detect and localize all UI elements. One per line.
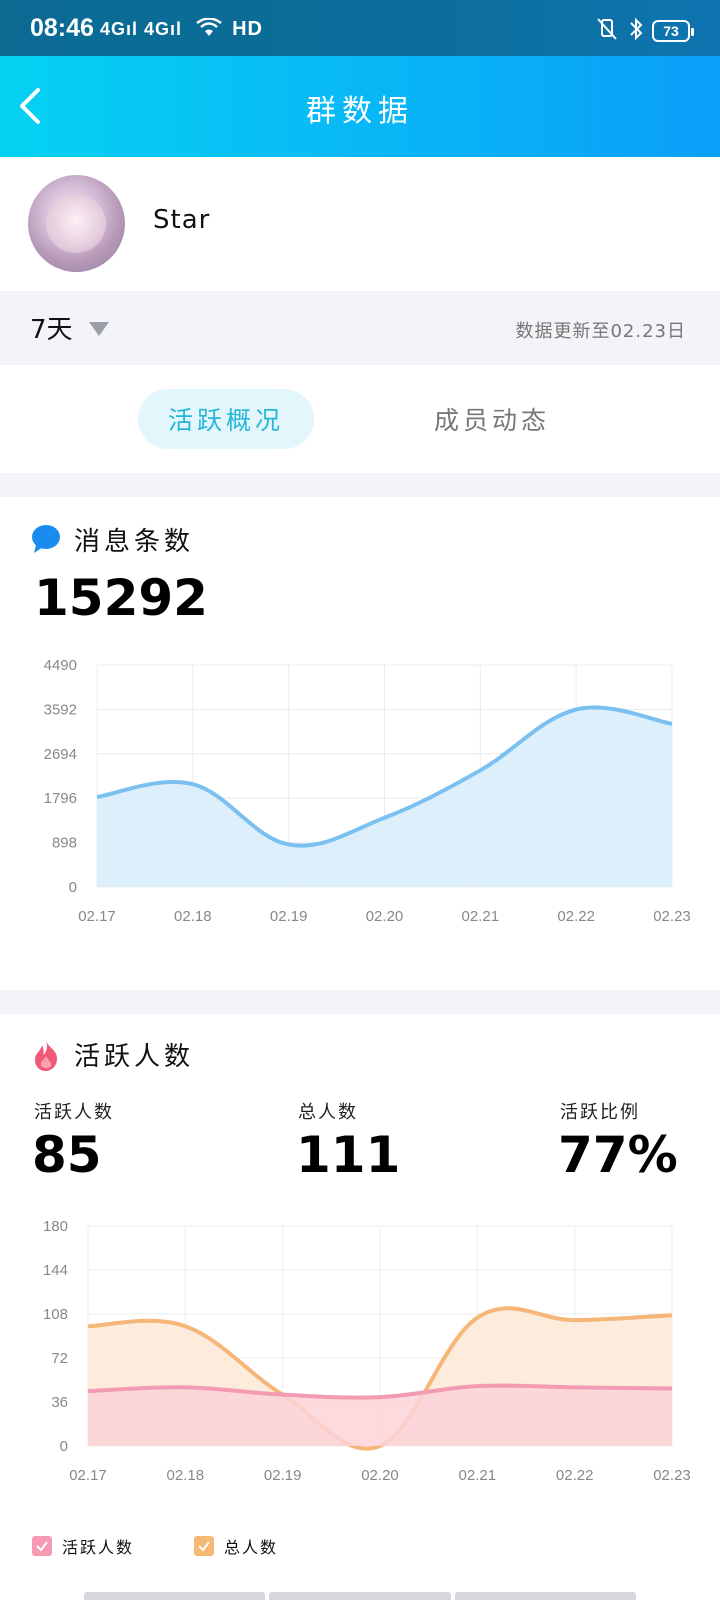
y-tick-label: 144 — [43, 1262, 68, 1279]
messages-card: 消息条数 15292 0 898 1796 2694 3592 4490 02.17 02.1… — [0, 497, 720, 990]
y-tick-label: 0 — [69, 879, 77, 896]
fire-icon — [30, 1038, 62, 1076]
group-info: Star — [0, 157, 720, 291]
tab-bar: 活跃概况 成员动态 — [0, 365, 720, 473]
active-ratio-label: 活跃比例 — [560, 1102, 640, 1123]
y-tick-label: 180 — [43, 1218, 68, 1235]
hd-label: HD — [232, 18, 263, 40]
y-tick-label: 1796 — [44, 790, 77, 807]
y-tick-label: 898 — [52, 835, 77, 852]
status-time: 08:46 — [30, 14, 94, 42]
status-right: 73 — [594, 16, 694, 46]
filter-bar: 7天 数据更新至02.23日 — [0, 291, 720, 365]
messages-title: 消息条数 — [74, 527, 195, 557]
x-tick-label: 02.17 — [78, 908, 116, 925]
x-tick-label: 02.21 — [459, 1467, 497, 1484]
y-tick-label: 4490 — [44, 657, 77, 674]
date-range-dropdown[interactable]: 7天 — [30, 309, 109, 346]
x-tick-label: 02.20 — [366, 908, 404, 925]
x-tick-label: 02.18 — [167, 1467, 205, 1484]
checkbox-icon — [32, 1536, 52, 1556]
x-tick-label: 02.19 — [264, 1467, 302, 1484]
section-divider — [0, 473, 720, 497]
page-title: 群数据 — [306, 94, 414, 129]
caret-down-icon — [88, 321, 109, 336]
active-ratio-value: 77% — [558, 1126, 678, 1184]
avatar-image — [46, 195, 106, 253]
group-avatar[interactable] — [28, 175, 125, 272]
messages-total: 15292 — [34, 569, 208, 627]
checkbox-icon — [194, 1536, 214, 1556]
wifi-icon — [196, 17, 228, 39]
app-header: 群数据 — [0, 56, 720, 157]
status-bar: 08:46 4Gıl 4Gıl HD 73 — [0, 0, 720, 56]
activity-title: 活跃人数 — [74, 1042, 195, 1072]
legend-total[interactable]: 总人数 — [194, 1534, 278, 1558]
x-tick-label: 02.21 — [462, 908, 500, 925]
indicator-segment — [84, 1592, 266, 1600]
y-tick-label: 108 — [43, 1306, 68, 1323]
indicator-segment — [454, 1592, 636, 1600]
network-text: 4Gıl 4Gıl — [100, 19, 183, 39]
x-tick-label: 02.22 — [557, 908, 595, 925]
chat-bubble-icon — [30, 523, 62, 559]
battery-indicator: 73 — [652, 20, 694, 42]
total-count-label: 总人数 — [298, 1102, 358, 1123]
active-count-value: 85 — [32, 1126, 102, 1184]
network-indicator: 4Gıl 4Gıl HD — [100, 17, 263, 41]
section-divider-2 — [0, 990, 720, 1014]
x-tick-label: 02.23 — [653, 908, 691, 925]
update-date-text: 数据更新至02.23日 — [515, 321, 686, 342]
x-tick-label: 02.20 — [361, 1467, 399, 1484]
y-tick-label: 72 — [51, 1350, 68, 1367]
x-tick-label: 02.22 — [556, 1467, 594, 1484]
indicator-segment — [269, 1592, 451, 1600]
y-tick-label: 0 — [60, 1438, 68, 1455]
active-count-label: 活跃人数 — [34, 1102, 114, 1123]
messages-chart: 0 898 1796 2694 3592 4490 02.17 02.18 02.19 02.20… — [44, 657, 691, 925]
activity-card: 活跃人数 活跃人数 85 总人数 111 活跃比例 77% 0 36 72 108 14… — [0, 1014, 720, 1600]
legend-total-label: 总人数 — [224, 1538, 279, 1557]
bottom-scroll-indicator — [84, 1592, 636, 1600]
legend-active-label: 活跃人数 — [62, 1538, 135, 1557]
date-range-value: 7天 — [30, 315, 73, 345]
activity-chart: 0 36 72 108 144 180 02.17 02.18 02.19 02.20 02.21 0… — [43, 1218, 691, 1484]
tab-member-dynamics[interactable]: 成员动态 — [404, 389, 580, 449]
group-name: Star — [153, 205, 211, 235]
tab-activity-overview[interactable]: 活跃概况 — [138, 389, 314, 449]
x-tick-label: 02.17 — [69, 1467, 107, 1484]
mute-icon — [594, 16, 620, 46]
x-tick-label: 02.23 — [653, 1467, 691, 1484]
y-tick-label: 36 — [51, 1394, 68, 1411]
legend-active[interactable]: 活跃人数 — [32, 1534, 134, 1558]
y-tick-label: 2694 — [44, 746, 77, 763]
bluetooth-icon — [628, 16, 644, 46]
x-tick-label: 02.18 — [174, 908, 212, 925]
y-tick-label: 3592 — [44, 701, 77, 718]
x-tick-label: 02.19 — [270, 908, 308, 925]
total-count-value: 111 — [296, 1126, 401, 1184]
